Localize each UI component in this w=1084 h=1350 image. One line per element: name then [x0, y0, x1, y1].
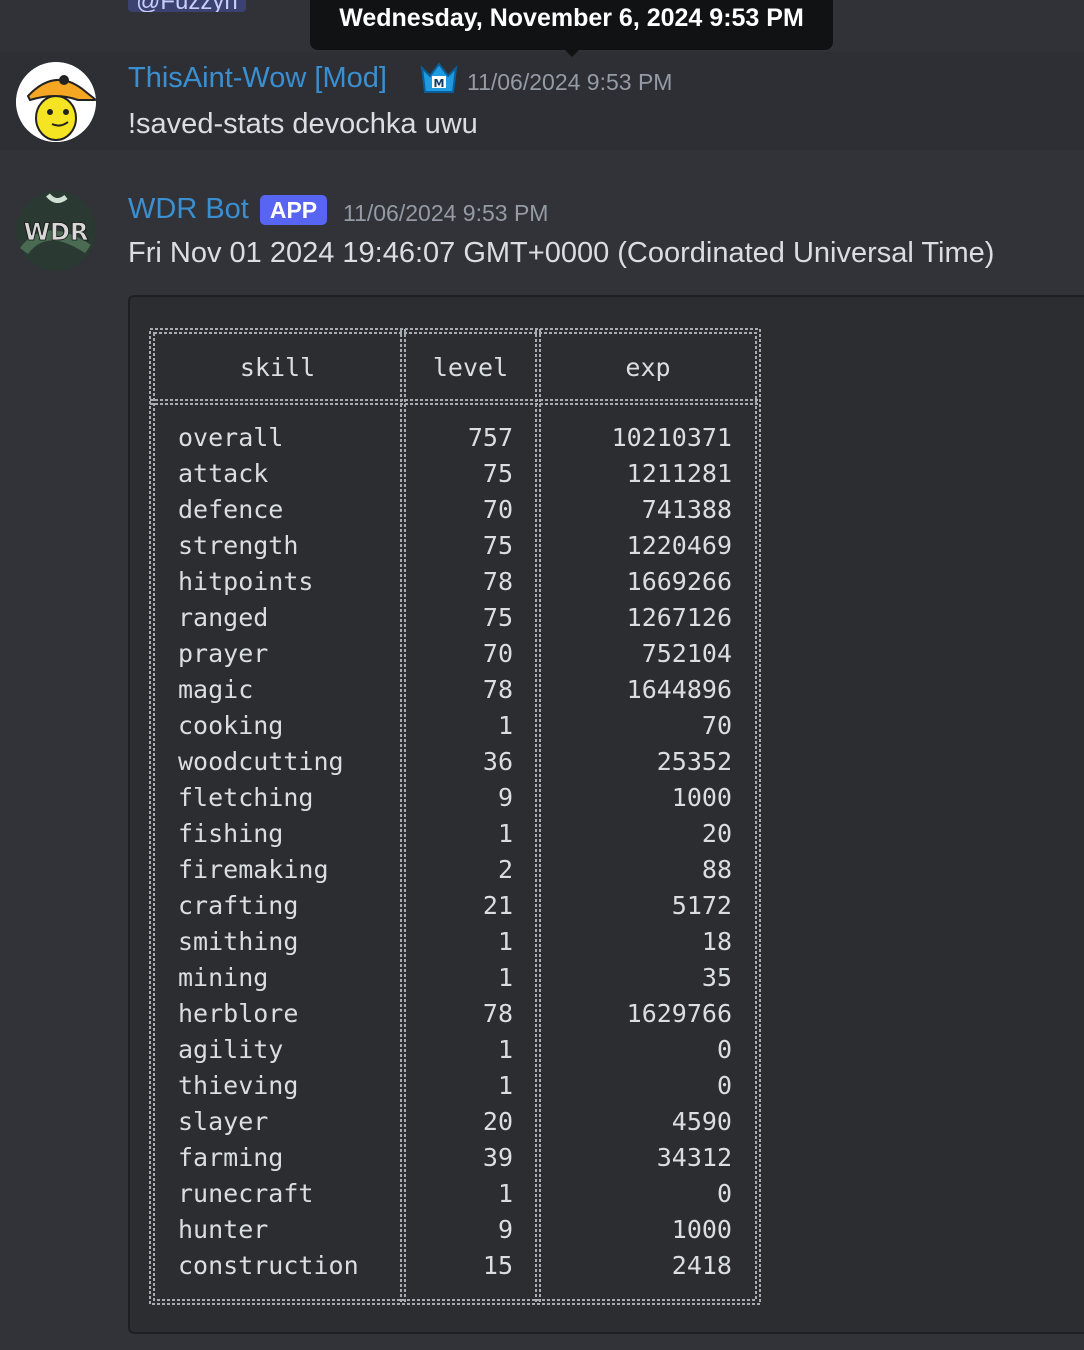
table-cell-exp: 1644896	[626, 675, 732, 704]
table-cell-skill: ranged	[178, 603, 269, 632]
table-cell-level: 70	[482, 639, 513, 668]
table-cell-exp: 1000	[671, 783, 732, 812]
table-cell-skill: attack	[178, 459, 269, 488]
table-cell-skill: smithing	[178, 927, 299, 956]
table-cell-exp: 18	[701, 927, 732, 956]
table-cell-level: 15	[482, 1251, 513, 1280]
table-cell-skill: overall	[178, 423, 284, 452]
column-header-skill: skill	[239, 353, 316, 382]
table-cell-level: 78	[482, 567, 513, 596]
table-cell-exp: 88	[701, 855, 732, 884]
tooltip-arrow	[563, 48, 581, 57]
table-cell-exp: 1669266	[626, 567, 732, 596]
table-cell-skill: firemaking	[178, 855, 329, 884]
table-cell-level: 36	[482, 747, 513, 776]
table-cell-level: 1	[497, 963, 513, 992]
table-cell-level: 75	[482, 531, 513, 560]
table-cell-exp: 34312	[656, 1143, 732, 1172]
table-cell-level: 78	[482, 675, 513, 704]
table-cell-exp: 70	[701, 711, 732, 740]
table-cell-level: 75	[482, 459, 513, 488]
table-cell-skill: farming	[178, 1143, 284, 1172]
table-cell-exp: 5172	[671, 891, 732, 920]
table-cell-level: 2	[497, 855, 513, 884]
table-cell-exp: 1211281	[626, 459, 732, 488]
table-cell-level: 1	[497, 819, 513, 848]
table-cell-skill: fishing	[178, 819, 284, 848]
table-cell-skill: defence	[178, 495, 284, 524]
table-cell-skill: prayer	[178, 639, 269, 668]
table-cell-exp: 1000	[671, 1215, 732, 1244]
table-cell-skill: hitpoints	[178, 567, 314, 596]
table-cell-exp: 10210371	[611, 423, 732, 452]
table-cell-exp: 1267126	[626, 603, 732, 632]
table-cell-skill: thieving	[178, 1071, 299, 1100]
table-cell-skill: crafting	[178, 891, 299, 920]
table-cell-exp: 35	[701, 963, 732, 992]
table-cell-skill: slayer	[178, 1107, 269, 1136]
table-cell-skill: agility	[178, 1035, 284, 1064]
table-cell-exp: 1629766	[626, 999, 732, 1028]
table-cell-skill: hunter	[178, 1215, 269, 1244]
table-cell-level: 1	[497, 1071, 513, 1100]
table-cell-level: 20	[482, 1107, 513, 1136]
table-cell-level: 9	[497, 1215, 513, 1244]
table-cell-level: 78	[482, 999, 513, 1028]
table-cell-exp: 25352	[656, 747, 732, 776]
table-cell-level: 75	[482, 603, 513, 632]
table-cell-exp: 4590	[671, 1107, 732, 1136]
table-cell-skill: fletching	[178, 783, 314, 812]
table-cell-level: 70	[482, 495, 513, 524]
table-cell-exp: 20	[701, 819, 732, 848]
table-cell-skill: strength	[178, 531, 299, 560]
table-cell-exp: 2418	[671, 1251, 732, 1280]
table-cell-skill: magic	[178, 675, 254, 704]
table-cell-level: 1	[497, 927, 513, 956]
table-cell-level: 1	[497, 711, 513, 740]
table-cell-level: 757	[467, 423, 513, 452]
table-cell-level: 21	[482, 891, 513, 920]
table-cell-skill: runecraft	[178, 1179, 314, 1208]
table-cell-skill: cooking	[178, 711, 284, 740]
table-cell-level: 1	[497, 1035, 513, 1064]
column-header-level: level	[432, 353, 509, 382]
table-cell-skill: mining	[178, 963, 269, 992]
table-cell-level: 1	[497, 1179, 513, 1208]
column-header-exp: exp	[625, 353, 671, 382]
table-cell-skill: herblore	[178, 999, 299, 1028]
table-cell-exp: 0	[716, 1071, 732, 1100]
table-cell-level: 9	[497, 783, 513, 812]
table-cell-exp: 752104	[641, 639, 732, 668]
table-cell-skill: woodcutting	[178, 747, 344, 776]
table-cell-exp: 1220469	[626, 531, 732, 560]
table-cell-level: 39	[482, 1143, 513, 1172]
timestamp-tooltip: Wednesday, November 6, 2024 9:53 PM	[310, 0, 833, 50]
table-cell-exp: 741388	[641, 495, 732, 524]
table-cell-exp: 0	[716, 1035, 732, 1064]
table-cell-exp: 0	[716, 1179, 732, 1208]
table-cell-skill: construction	[178, 1251, 359, 1280]
